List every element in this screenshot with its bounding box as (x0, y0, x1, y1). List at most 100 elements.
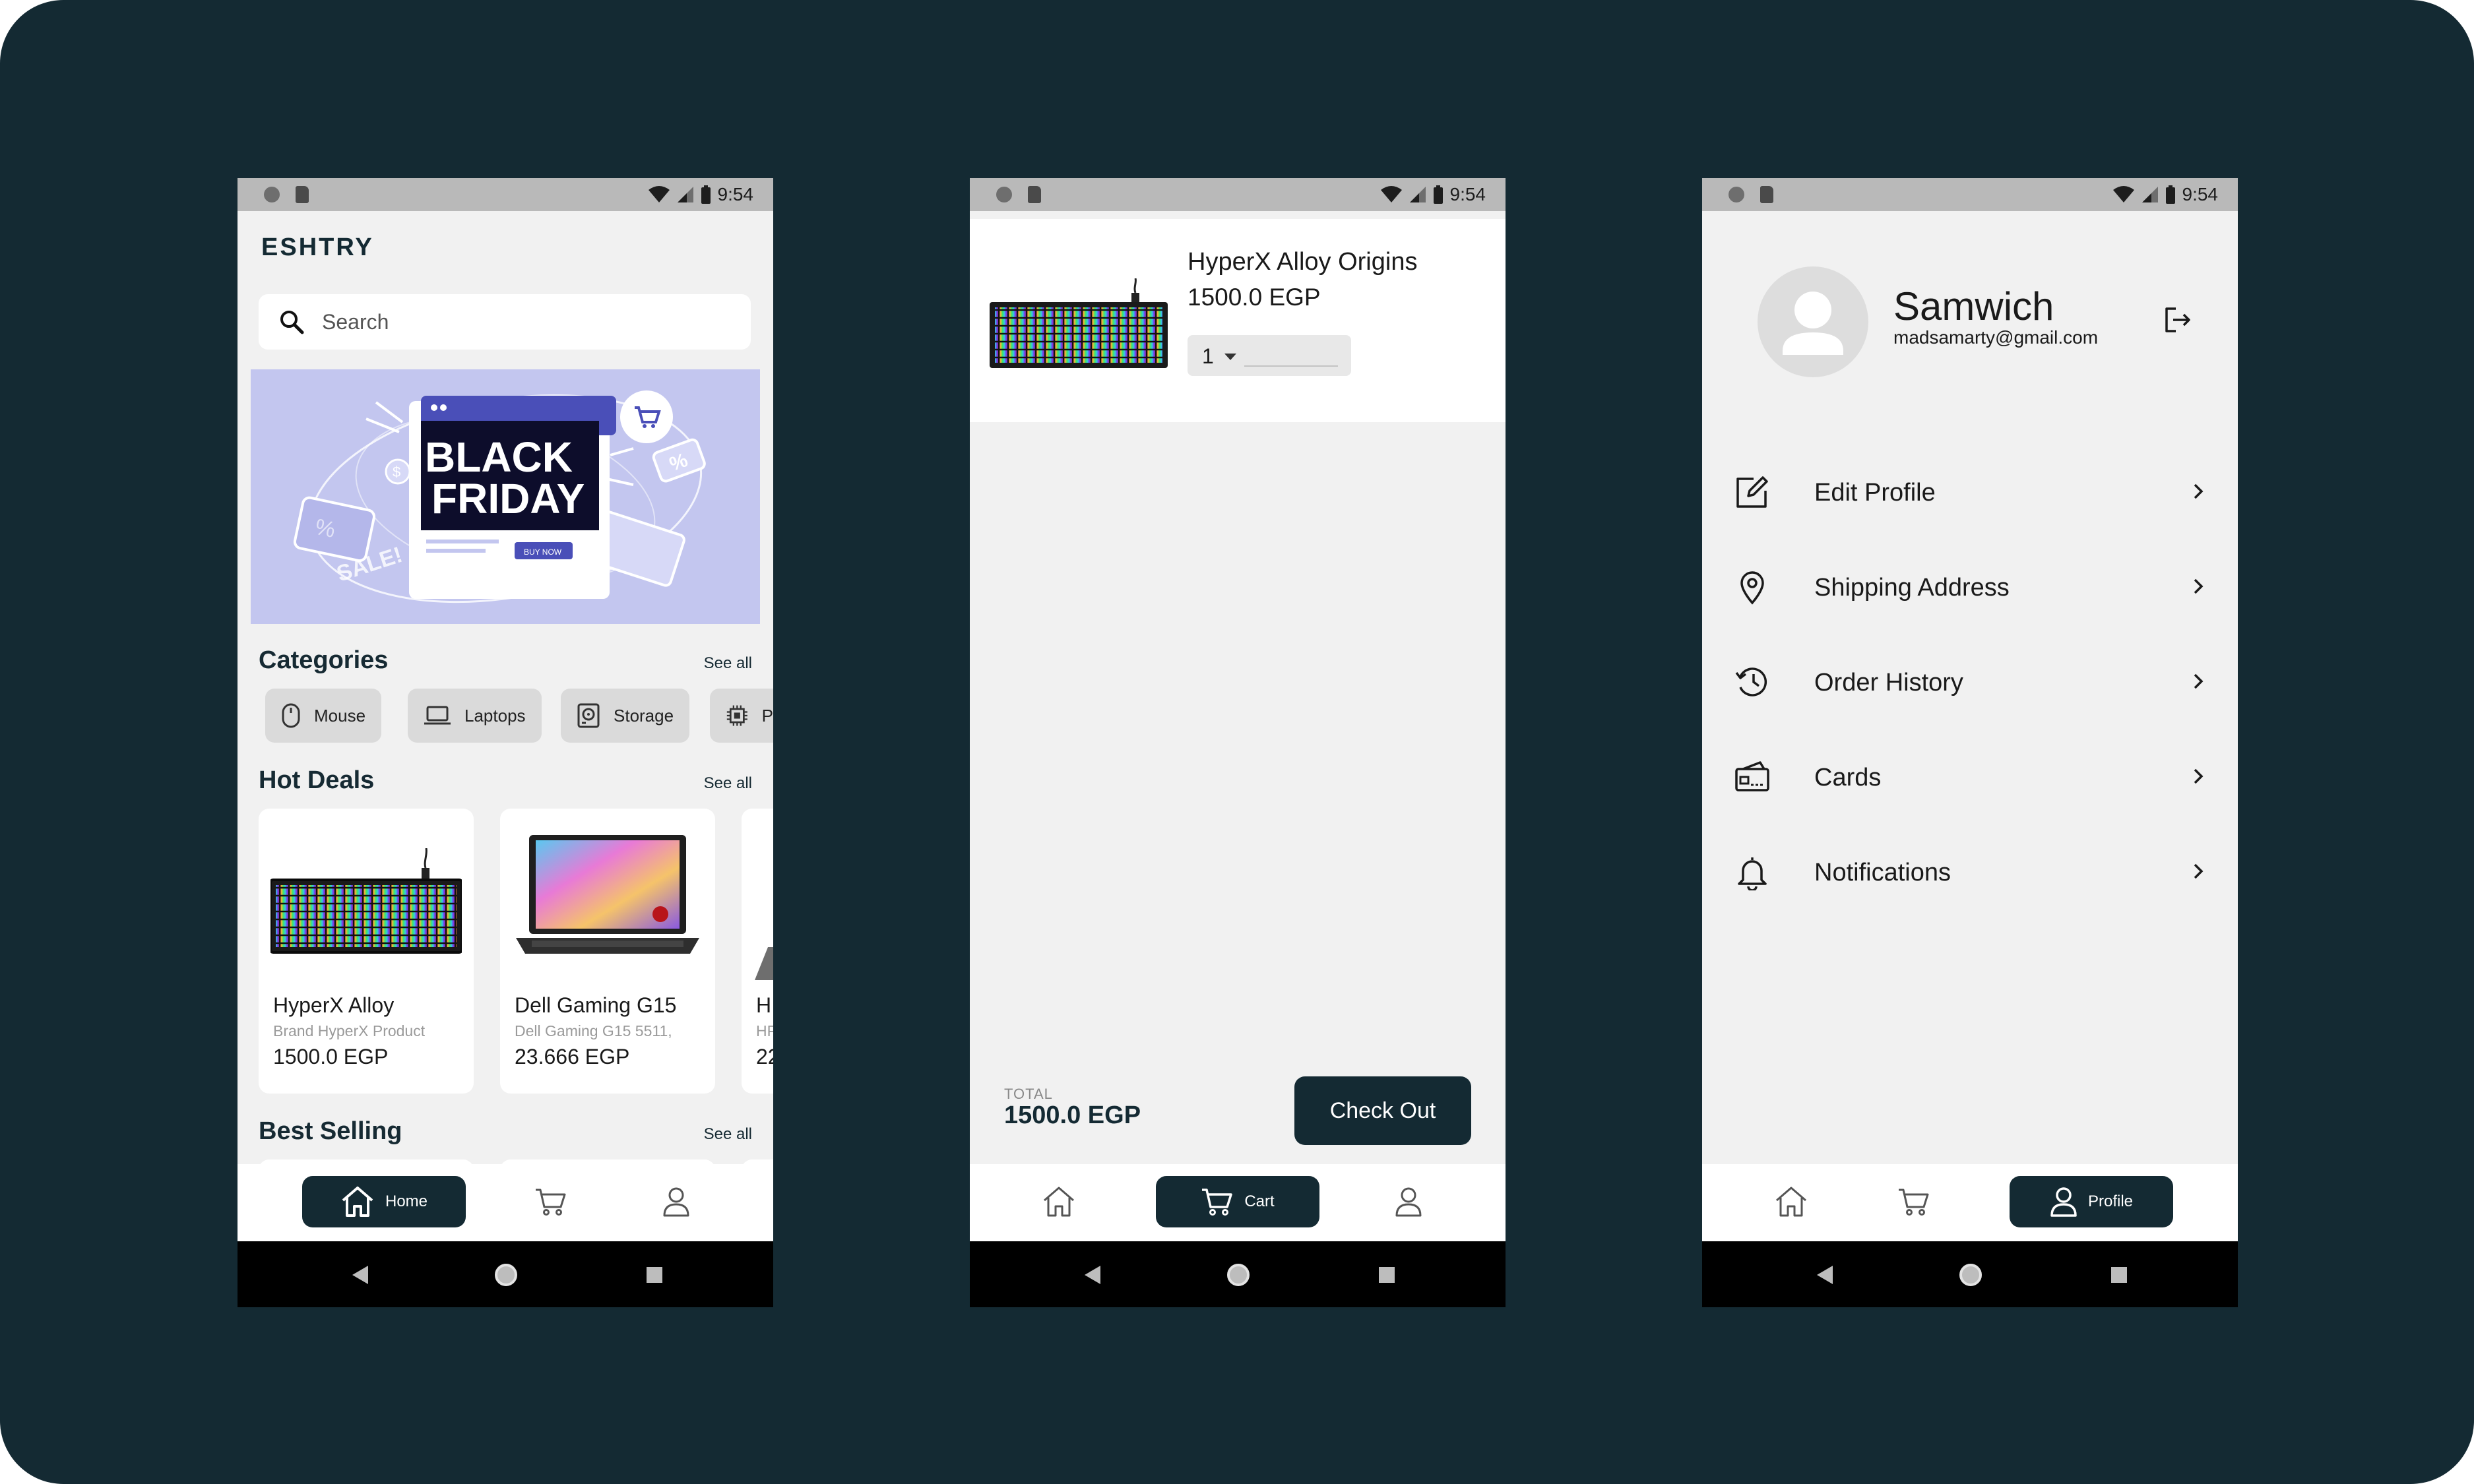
signal-icon (1409, 187, 1426, 202)
laptop-icon (424, 706, 451, 725)
clock: 9:54 (717, 184, 754, 204)
nav-profile-button[interactable]: Profile (2010, 1176, 2173, 1227)
cart-item[interactable]: HyperX Alloy Origins 1500.0 EGP 1 (970, 219, 1506, 422)
battery-icon (701, 185, 711, 204)
product-image (755, 947, 773, 980)
black-friday-banner[interactable]: % % $ BLACK FRIDAY BUY NOW SALE! (251, 369, 760, 624)
dropdown-underline (1244, 365, 1338, 367)
cart-icon (536, 1189, 566, 1216)
app-logo: ESHTRY (261, 233, 374, 261)
category-label: Mouse (314, 705, 366, 726)
wifi-icon (2112, 186, 2134, 202)
nav-cart-button[interactable]: Cart (1156, 1176, 1319, 1227)
category-label: Laptops (464, 705, 526, 726)
processor-icon (726, 705, 747, 726)
product-card[interactable]: Dell Gaming G15 Dell Gaming G15 5511, 23… (500, 809, 715, 1094)
battery-icon (1433, 185, 1443, 204)
status-bar: 9:54 (238, 178, 773, 211)
checkout-button[interactable]: Check Out (1294, 1076, 1471, 1145)
best-selling-see-all-link[interactable]: See all (704, 1125, 752, 1144)
nav-cart-button[interactable] (528, 1176, 574, 1227)
battery-icon (2165, 185, 2175, 204)
system-home-button[interactable] (1227, 1264, 1250, 1286)
category-chip-laptops[interactable]: Laptops (408, 689, 542, 743)
status-bar: 9:54 (970, 178, 1506, 211)
nav-profile-label: Profile (2087, 1192, 2134, 1210)
menu-item-label: Cards (1814, 764, 1882, 791)
system-home-button[interactable] (495, 1264, 517, 1286)
bottom-navigation: Cart (970, 1164, 1506, 1241)
menu-item-notifications[interactable]: Notifications (1702, 832, 2238, 912)
category-chip-mouse[interactable]: Mouse (265, 689, 382, 743)
menu-item-order-history[interactable]: Order History (1702, 642, 2238, 722)
system-recents-button[interactable] (2111, 1267, 2127, 1283)
chevron-right-icon (2194, 578, 2204, 594)
category-label: P (761, 705, 773, 726)
product-description: Dell Gaming G15 5511, (515, 1022, 672, 1039)
system-navigation-bar (238, 1241, 773, 1307)
logout-icon[interactable] (2163, 305, 2193, 335)
product-price: 22 (756, 1045, 773, 1068)
categories-see-all-link[interactable]: See all (704, 654, 752, 673)
menu-item-cards[interactable]: Cards (1702, 737, 2238, 817)
menu-item-label: Order History (1814, 669, 1963, 696)
cart-item-name: HyperX Alloy Origins (1188, 248, 1418, 276)
bottom-navigation: Profile (1702, 1164, 2238, 1241)
menu-item-edit-profile[interactable]: Edit Profile (1702, 452, 2238, 532)
category-label: Storage (614, 705, 674, 726)
nav-home-button[interactable]: Home (302, 1176, 466, 1227)
storage-icon (577, 703, 600, 728)
product-card[interactable]: H HP 22 (742, 809, 773, 1094)
system-back-button[interactable] (1817, 1266, 1833, 1284)
phone-home-screen: 9:54 ESHTRY % % $ (238, 178, 773, 1307)
cart-icon (1899, 1189, 1929, 1216)
edit-icon (1736, 476, 1768, 508)
notification-dot-icon (996, 187, 1012, 202)
user-icon (663, 1187, 689, 1217)
cart-icon (1202, 1189, 1233, 1216)
mouse-icon (282, 703, 300, 728)
quantity-dropdown[interactable]: 1 (1188, 335, 1351, 376)
bell-icon (1738, 857, 1767, 890)
nav-profile-button[interactable] (653, 1176, 699, 1227)
bottom-navigation: Home (238, 1164, 773, 1241)
system-back-button[interactable] (352, 1266, 368, 1284)
system-home-button[interactable] (1959, 1264, 1982, 1286)
default-avatar-icon (1783, 292, 1843, 355)
category-chip-processors[interactable]: P (710, 689, 773, 743)
menu-item-label: Edit Profile (1814, 479, 1936, 507)
system-back-button[interactable] (1085, 1266, 1100, 1284)
home-icon (342, 1187, 373, 1217)
total-label: TOTAL (1004, 1086, 1053, 1102)
sd-card-icon (1760, 186, 1773, 203)
hot-deals-see-all-link[interactable]: See all (704, 774, 752, 793)
system-recents-button[interactable] (1379, 1267, 1395, 1283)
system-navigation-bar (1702, 1241, 2238, 1307)
nav-home-button[interactable] (1036, 1176, 1082, 1227)
home-icon (1044, 1187, 1074, 1217)
nav-home-button[interactable] (1768, 1176, 1814, 1227)
product-card[interactable]: HyperX Alloy Brand HyperX Product 1500.0… (259, 809, 474, 1094)
nav-profile-button[interactable] (1385, 1176, 1432, 1227)
nav-home-label: Home (385, 1192, 428, 1210)
menu-item-shipping-address[interactable]: Shipping Address (1702, 547, 2238, 627)
wifi-icon (1380, 186, 1402, 202)
card-icon (1735, 761, 1769, 791)
search-bar[interactable] (259, 294, 751, 350)
system-recents-button[interactable] (647, 1267, 662, 1283)
total-value: 1500.0 EGP (1004, 1101, 1141, 1129)
avatar[interactable] (1758, 266, 1868, 377)
chevron-right-icon (2194, 483, 2204, 499)
product-name: HyperX Alloy (273, 993, 395, 1017)
search-input[interactable] (322, 309, 718, 334)
nav-cart-button[interactable] (1891, 1176, 1937, 1227)
clock: 9:54 (2182, 184, 2219, 204)
location-pin-icon (1740, 571, 1764, 605)
category-chip-storage[interactable]: Storage (561, 689, 690, 743)
banner-line2: FRIDAY (431, 475, 585, 522)
phone-cart-screen: 9:54 HyperX Alloy Origins 1500.0 EGP 1 T… (970, 178, 1506, 1307)
banner-buy-now: BUY NOW (524, 547, 562, 557)
menu-item-label: Notifications (1814, 859, 1951, 886)
keyboard-product-image (270, 848, 462, 954)
chevron-down-icon (1224, 354, 1236, 360)
